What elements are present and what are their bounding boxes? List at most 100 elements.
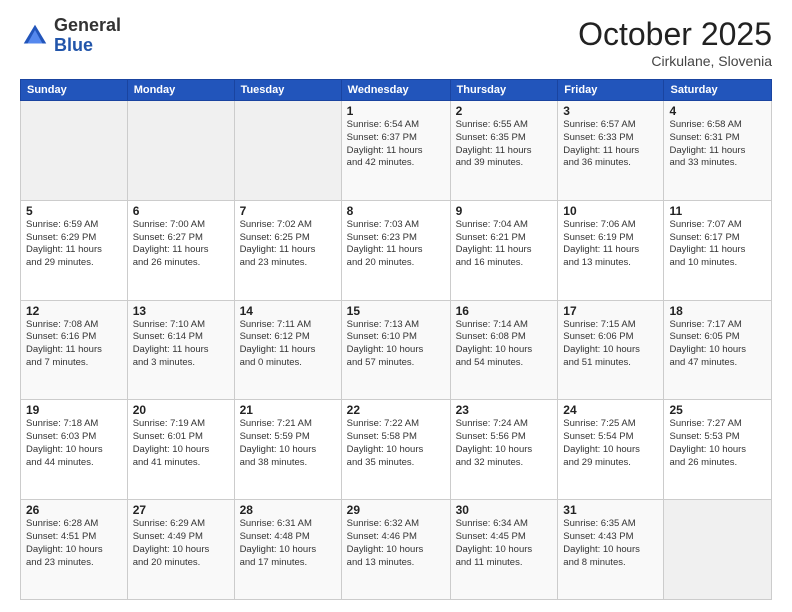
header: General Blue October 2025 Cirkulane, Slo… [20, 16, 772, 69]
day-info: Sunrise: 6:57 AMSunset: 6:33 PMDaylight:… [563, 119, 658, 170]
table-row [127, 101, 234, 201]
day-number: 29 [347, 503, 445, 517]
table-row: 24Sunrise: 7:25 AMSunset: 5:54 PMDayligh… [558, 400, 664, 500]
table-row: 15Sunrise: 7:13 AMSunset: 6:10 PMDayligh… [341, 300, 450, 400]
day-number: 18 [669, 304, 766, 318]
day-info: Sunrise: 6:34 AMSunset: 4:45 PMDaylight:… [456, 518, 553, 569]
day-number: 19 [26, 403, 122, 417]
day-number: 17 [563, 304, 658, 318]
day-number: 25 [669, 403, 766, 417]
day-number: 20 [133, 403, 229, 417]
day-info: Sunrise: 7:22 AMSunset: 5:58 PMDaylight:… [347, 418, 445, 469]
col-sunday: Sunday [21, 80, 128, 101]
subtitle: Cirkulane, Slovenia [578, 53, 772, 69]
day-number: 30 [456, 503, 553, 517]
col-tuesday: Tuesday [234, 80, 341, 101]
table-row: 7Sunrise: 7:02 AMSunset: 6:25 PMDaylight… [234, 200, 341, 300]
day-info: Sunrise: 6:31 AMSunset: 4:48 PMDaylight:… [240, 518, 336, 569]
day-number: 1 [347, 104, 445, 118]
day-number: 22 [347, 403, 445, 417]
day-info: Sunrise: 6:54 AMSunset: 6:37 PMDaylight:… [347, 119, 445, 170]
day-number: 8 [347, 204, 445, 218]
day-number: 24 [563, 403, 658, 417]
table-row: 18Sunrise: 7:17 AMSunset: 6:05 PMDayligh… [664, 300, 772, 400]
day-number: 27 [133, 503, 229, 517]
day-info: Sunrise: 7:21 AMSunset: 5:59 PMDaylight:… [240, 418, 336, 469]
day-info: Sunrise: 7:06 AMSunset: 6:19 PMDaylight:… [563, 219, 658, 270]
day-number: 3 [563, 104, 658, 118]
table-row [234, 101, 341, 201]
table-row: 21Sunrise: 7:21 AMSunset: 5:59 PMDayligh… [234, 400, 341, 500]
table-row: 17Sunrise: 7:15 AMSunset: 6:06 PMDayligh… [558, 300, 664, 400]
table-row: 22Sunrise: 7:22 AMSunset: 5:58 PMDayligh… [341, 400, 450, 500]
table-row [21, 101, 128, 201]
month-title: October 2025 [578, 16, 772, 53]
logo-icon [20, 21, 50, 51]
table-row: 23Sunrise: 7:24 AMSunset: 5:56 PMDayligh… [450, 400, 558, 500]
table-row: 28Sunrise: 6:31 AMSunset: 4:48 PMDayligh… [234, 500, 341, 600]
col-thursday: Thursday [450, 80, 558, 101]
day-info: Sunrise: 7:14 AMSunset: 6:08 PMDaylight:… [456, 319, 553, 370]
table-row: 16Sunrise: 7:14 AMSunset: 6:08 PMDayligh… [450, 300, 558, 400]
day-number: 5 [26, 204, 122, 218]
day-info: Sunrise: 6:32 AMSunset: 4:46 PMDaylight:… [347, 518, 445, 569]
day-info: Sunrise: 7:10 AMSunset: 6:14 PMDaylight:… [133, 319, 229, 370]
day-info: Sunrise: 7:08 AMSunset: 6:16 PMDaylight:… [26, 319, 122, 370]
table-row: 3Sunrise: 6:57 AMSunset: 6:33 PMDaylight… [558, 101, 664, 201]
day-number: 7 [240, 204, 336, 218]
title-block: October 2025 Cirkulane, Slovenia [578, 16, 772, 69]
day-info: Sunrise: 7:03 AMSunset: 6:23 PMDaylight:… [347, 219, 445, 270]
col-friday: Friday [558, 80, 664, 101]
day-number: 21 [240, 403, 336, 417]
day-number: 11 [669, 204, 766, 218]
day-number: 12 [26, 304, 122, 318]
table-row: 12Sunrise: 7:08 AMSunset: 6:16 PMDayligh… [21, 300, 128, 400]
table-row: 20Sunrise: 7:19 AMSunset: 6:01 PMDayligh… [127, 400, 234, 500]
table-row: 25Sunrise: 7:27 AMSunset: 5:53 PMDayligh… [664, 400, 772, 500]
day-info: Sunrise: 6:35 AMSunset: 4:43 PMDaylight:… [563, 518, 658, 569]
table-row: 30Sunrise: 6:34 AMSunset: 4:45 PMDayligh… [450, 500, 558, 600]
logo-blue: Blue [54, 36, 121, 56]
day-number: 6 [133, 204, 229, 218]
col-wednesday: Wednesday [341, 80, 450, 101]
day-info: Sunrise: 7:04 AMSunset: 6:21 PMDaylight:… [456, 219, 553, 270]
logo: General Blue [20, 16, 121, 56]
table-row: 10Sunrise: 7:06 AMSunset: 6:19 PMDayligh… [558, 200, 664, 300]
day-info: Sunrise: 7:15 AMSunset: 6:06 PMDaylight:… [563, 319, 658, 370]
day-number: 2 [456, 104, 553, 118]
table-row: 4Sunrise: 6:58 AMSunset: 6:31 PMDaylight… [664, 101, 772, 201]
day-number: 31 [563, 503, 658, 517]
day-info: Sunrise: 7:19 AMSunset: 6:01 PMDaylight:… [133, 418, 229, 469]
day-info: Sunrise: 6:29 AMSunset: 4:49 PMDaylight:… [133, 518, 229, 569]
logo-general: General [54, 16, 121, 36]
table-row: 27Sunrise: 6:29 AMSunset: 4:49 PMDayligh… [127, 500, 234, 600]
day-number: 26 [26, 503, 122, 517]
table-row: 19Sunrise: 7:18 AMSunset: 6:03 PMDayligh… [21, 400, 128, 500]
day-info: Sunrise: 7:27 AMSunset: 5:53 PMDaylight:… [669, 418, 766, 469]
day-number: 10 [563, 204, 658, 218]
table-row: 1Sunrise: 6:54 AMSunset: 6:37 PMDaylight… [341, 101, 450, 201]
day-info: Sunrise: 7:11 AMSunset: 6:12 PMDaylight:… [240, 319, 336, 370]
table-row: 5Sunrise: 6:59 AMSunset: 6:29 PMDaylight… [21, 200, 128, 300]
day-number: 28 [240, 503, 336, 517]
table-row: 31Sunrise: 6:35 AMSunset: 4:43 PMDayligh… [558, 500, 664, 600]
table-row: 8Sunrise: 7:03 AMSunset: 6:23 PMDaylight… [341, 200, 450, 300]
table-row [664, 500, 772, 600]
day-info: Sunrise: 7:24 AMSunset: 5:56 PMDaylight:… [456, 418, 553, 469]
day-number: 13 [133, 304, 229, 318]
table-row: 13Sunrise: 7:10 AMSunset: 6:14 PMDayligh… [127, 300, 234, 400]
table-row: 6Sunrise: 7:00 AMSunset: 6:27 PMDaylight… [127, 200, 234, 300]
col-monday: Monday [127, 80, 234, 101]
day-number: 14 [240, 304, 336, 318]
table-row: 29Sunrise: 6:32 AMSunset: 4:46 PMDayligh… [341, 500, 450, 600]
day-number: 23 [456, 403, 553, 417]
day-info: Sunrise: 7:02 AMSunset: 6:25 PMDaylight:… [240, 219, 336, 270]
logo-text: General Blue [54, 16, 121, 56]
day-info: Sunrise: 6:55 AMSunset: 6:35 PMDaylight:… [456, 119, 553, 170]
table-row: 26Sunrise: 6:28 AMSunset: 4:51 PMDayligh… [21, 500, 128, 600]
day-number: 4 [669, 104, 766, 118]
table-row: 14Sunrise: 7:11 AMSunset: 6:12 PMDayligh… [234, 300, 341, 400]
calendar: Sunday Monday Tuesday Wednesday Thursday… [20, 79, 772, 600]
day-number: 15 [347, 304, 445, 318]
col-saturday: Saturday [664, 80, 772, 101]
